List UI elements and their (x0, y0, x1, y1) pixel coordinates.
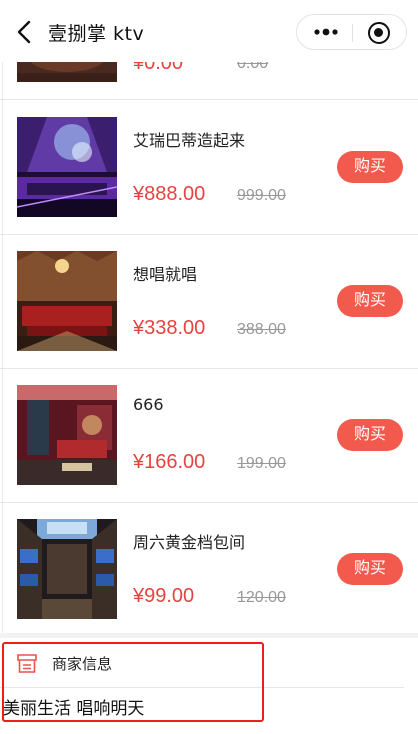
product-name: 666 (133, 395, 164, 414)
list-item[interactable]: 艾瑞巴蒂造起来 ¥888.00 999.00 购买 (0, 101, 418, 235)
product-original-price: 388.00 (237, 321, 286, 338)
navigation-bar: 壹捌掌 ktv (0, 0, 418, 62)
close-miniprogram-icon[interactable] (368, 22, 390, 44)
product-price: ¥99.00 (133, 585, 195, 607)
buy-button[interactable]: 购买 (337, 151, 403, 183)
page-title: 壹捌掌 ktv (48, 23, 145, 45)
list-item[interactable]: 周六黄金档包间 ¥99.00 120.00 购买 (0, 503, 418, 637)
product-name: 艾瑞巴蒂造起来 (133, 131, 246, 150)
miniprogram-capsule (296, 14, 407, 50)
divider (0, 687, 404, 688)
merchant-description: 美丽生活 唱响明天 (3, 699, 145, 719)
more-options-icon[interactable] (313, 25, 339, 39)
buy-button[interactable]: 购买 (337, 553, 403, 585)
product-price: ¥338.00 (133, 317, 206, 339)
product-thumbnail[interactable] (17, 251, 117, 351)
list-item[interactable]: 666 ¥166.00 199.00 购买 (0, 369, 418, 503)
back-arrow-icon[interactable] (12, 18, 38, 46)
product-original-price: 120.00 (237, 589, 286, 606)
merchant-info-section: 商家信息 美丽生活 唱响明天 (0, 638, 418, 734)
list-item[interactable]: 想唱就唱 ¥338.00 388.00 购买 (0, 235, 418, 369)
product-thumbnail[interactable] (17, 385, 117, 485)
capsule-divider (352, 24, 353, 42)
shop-icon (17, 654, 37, 673)
product-price: ¥888.00 (133, 183, 206, 205)
product-original-price: 999.00 (237, 187, 286, 204)
product-original-price: 199.00 (237, 455, 286, 472)
product-price: ¥166.00 (133, 451, 206, 473)
product-name: 周六黄金档包间 (133, 533, 246, 552)
merchant-info-title: 商家信息 (52, 655, 113, 673)
product-thumbnail[interactable] (17, 117, 117, 217)
product-thumbnail[interactable] (17, 519, 117, 619)
buy-button[interactable]: 购买 (337, 285, 403, 317)
buy-button[interactable]: 购买 (337, 419, 403, 451)
product-name: 想唱就唱 (133, 265, 198, 284)
